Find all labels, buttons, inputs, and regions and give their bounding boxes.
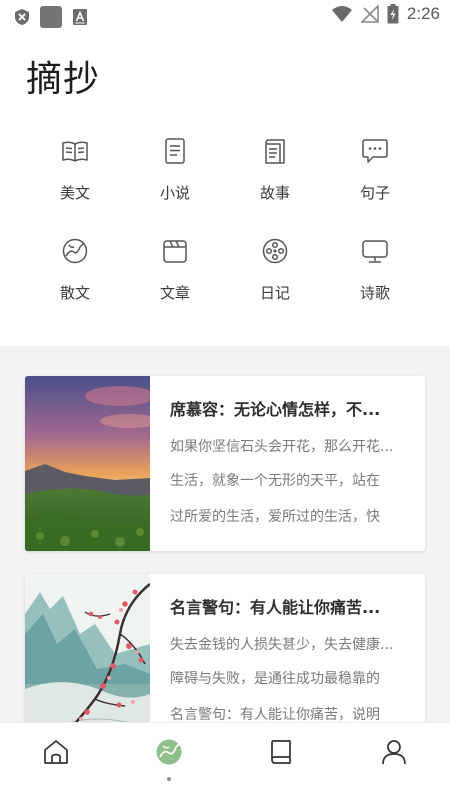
category-meiwen[interactable]: 美文	[25, 130, 125, 204]
article-line: 失去金钱的人损失甚少，失去健康...	[170, 637, 394, 653]
category-label: 美文	[59, 184, 90, 202]
prose-circle-icon	[62, 238, 88, 264]
article-title: 名言警句：有人能让你痛苦...	[170, 598, 381, 617]
clapper-icon	[163, 240, 187, 263]
category-label: 故事	[259, 184, 290, 202]
category-label: 日记	[259, 284, 290, 302]
chat-bubble-icon	[362, 139, 388, 163]
status-right-icons: 2:26	[331, 4, 440, 24]
category-label: 诗歌	[359, 284, 390, 302]
category-label: 散文	[59, 284, 90, 302]
home-icon	[44, 740, 69, 764]
category-xiaoshuo[interactable]: 小说	[125, 130, 225, 204]
status-time: 2:26	[406, 4, 440, 23]
category-riji[interactable]: 日记	[225, 230, 325, 304]
article-line: 名言警句：有人能让你痛苦，说明	[170, 707, 380, 722]
bottom-nav	[0, 722, 450, 800]
open-book-icon	[62, 141, 88, 162]
article-line: 如果你坚信石头会开花，那么开花...	[170, 439, 394, 455]
nav-discover[interactable]	[113, 723, 226, 800]
category-grid: 美文 小说 故事 句子 散文 文章 日记 诗歌	[25, 130, 425, 304]
article-line: 生活，就象一个无形的天平，站在	[170, 473, 380, 489]
sunset-mountain-image	[25, 376, 150, 551]
page-title: 摘抄	[26, 59, 101, 100]
nav-bookshelf[interactable]	[225, 723, 338, 800]
book-icon	[271, 740, 292, 764]
category-wenzhang[interactable]: 文章	[125, 230, 225, 304]
film-reel-icon	[262, 238, 288, 264]
plum-blossom-painting-image	[25, 574, 150, 722]
app-square-icon	[40, 6, 62, 28]
category-label: 小说	[159, 184, 190, 202]
nav-home[interactable]	[0, 723, 113, 800]
article-line: 过所爱的生活，爱所过的生活，快	[170, 509, 380, 525]
article-title: 席慕容：无论心情怎样，不...	[170, 400, 381, 419]
novel-icon	[165, 138, 185, 164]
category-gushi[interactable]: 故事	[225, 130, 325, 204]
article-line: 障碍与失败，是通往成功最稳靠的	[170, 671, 380, 687]
monitor-icon	[362, 240, 388, 263]
category-label: 文章	[159, 284, 190, 302]
category-sanwen[interactable]: 散文	[25, 230, 125, 304]
profile-icon	[381, 740, 406, 765]
wifi-icon	[331, 6, 352, 22]
category-shige[interactable]: 诗歌	[325, 230, 425, 304]
category-label: 句子	[359, 184, 390, 202]
battery-charging-icon	[387, 4, 399, 24]
category-juzi[interactable]: 句子	[325, 130, 425, 204]
shield-icon	[15, 9, 29, 25]
status-bar: 2:26	[0, 0, 450, 32]
status-left-icons	[14, 6, 88, 28]
article-card[interactable]: 席慕容：无论心情怎样，不... 如果你坚信石头会开花，那么开花... 生活，就象…	[25, 376, 425, 551]
discover-icon	[156, 739, 182, 765]
story-icon	[265, 139, 285, 164]
no-signal-icon	[360, 5, 379, 23]
article-card[interactable]: 名言警句：有人能让你痛苦... 失去金钱的人损失甚少，失去健康... 障碍与失败…	[25, 574, 425, 722]
a-box-icon	[73, 9, 87, 25]
active-indicator-dot	[166, 777, 171, 781]
nav-profile[interactable]	[338, 723, 450, 800]
article-feed[interactable]: 席慕容：无论心情怎样，不... 如果你坚信石头会开花，那么开花... 生活，就象…	[0, 346, 450, 722]
